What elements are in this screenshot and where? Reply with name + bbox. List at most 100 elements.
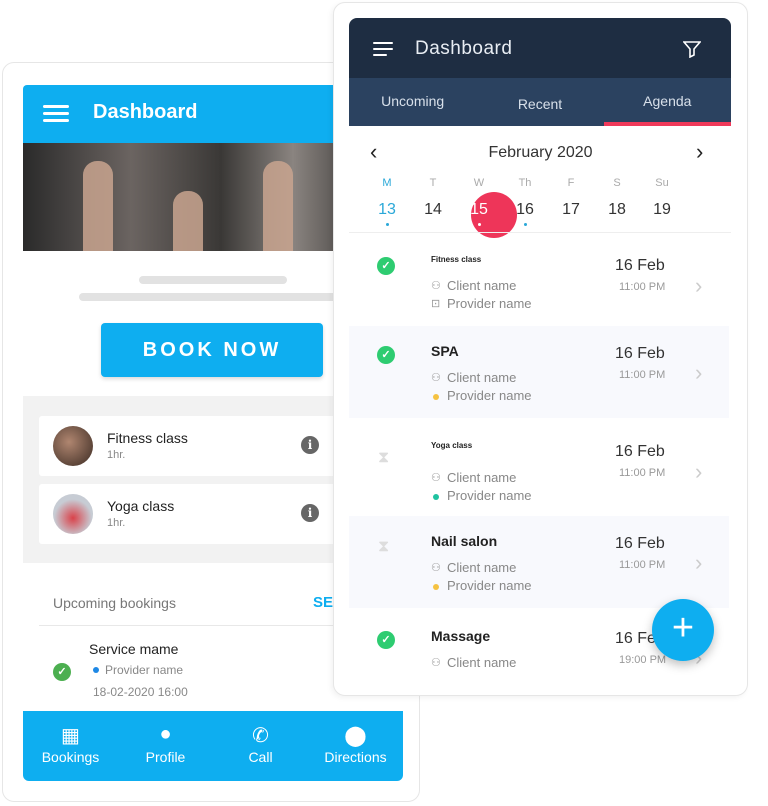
calendar-day[interactable]: 17: [556, 201, 586, 219]
filter-icon[interactable]: [683, 40, 701, 58]
hourglass-icon: ⧗: [378, 449, 390, 466]
client-name: Client name: [447, 560, 517, 575]
person-icon: ⚇: [431, 280, 441, 292]
divider: [39, 625, 339, 626]
nav-label: Call: [248, 749, 273, 765]
weekday-label: Su: [655, 177, 669, 189]
nav-label: Directions: [324, 749, 387, 765]
tab-recent[interactable]: Recent: [476, 78, 603, 126]
calendar-day[interactable]: 19: [647, 201, 677, 219]
services-section: Fitness class 1hr. i Yoga class 1hr. i: [23, 396, 383, 563]
agenda-item[interactable]: ✓ Fitness class ⚇ Client name ⊡ Provider name…: [349, 235, 729, 327]
pager-bar: [79, 293, 339, 301]
provider-icon: ⊡: [431, 298, 441, 310]
chevron-right-icon: ›: [695, 550, 703, 575]
pager-bar: [139, 276, 287, 284]
person-icon: ⚇: [431, 472, 441, 484]
service-name: Fitness class: [107, 430, 188, 446]
person-icon: ⚇: [431, 372, 441, 384]
nav-directions[interactable]: ⬤ Directions: [308, 711, 403, 781]
booking-service: Service mame: [89, 641, 179, 657]
service-duration: 1hr.: [107, 449, 126, 461]
month-label: February 2020: [488, 144, 593, 161]
agenda-time: 19:00 PM: [619, 654, 667, 666]
header-title: Dashboard: [93, 101, 198, 123]
nav-profile[interactable]: ● Profile: [118, 711, 213, 781]
booking-datetime: 18-02-2020 16:00: [93, 685, 188, 699]
calendar-icon: ▦: [61, 725, 80, 747]
add-button[interactable]: +: [652, 599, 714, 661]
avatar: [53, 494, 93, 534]
agenda-item[interactable]: ✓ SPA ⚇ Client name Provider name 16 Feb 11:00…: [349, 326, 729, 418]
book-now-button[interactable]: BOOK NOW: [101, 323, 323, 377]
booking-provider: Provider name: [105, 663, 184, 677]
see-all-link[interactable]: SE: [313, 594, 333, 611]
agenda-date: 16 Feb: [615, 535, 665, 552]
agenda-title: Fitness class: [431, 255, 482, 264]
client-name: Client name: [447, 370, 517, 385]
nav-label: Bookings: [41, 749, 100, 765]
divider: [349, 232, 731, 233]
calendar-day[interactable]: 13: [372, 201, 402, 219]
provider-status-dot: [433, 494, 439, 500]
phone-icon: ✆: [252, 725, 269, 747]
event-dot: [386, 223, 389, 226]
client-name: Client name: [447, 278, 517, 293]
info-icon[interactable]: i: [301, 504, 319, 522]
agenda-item[interactable]: ⧗ Nail salon ⚇ Client name Provider name 16 F…: [349, 516, 729, 608]
agenda-item[interactable]: ⧗ Yoga class ⚇ Client name Provider name 16 F…: [349, 421, 729, 513]
hamburger-icon[interactable]: [373, 42, 393, 60]
nav-bookings[interactable]: ▦ Bookings: [23, 711, 118, 781]
weekday-label: T: [429, 177, 437, 189]
agenda-date: 16 Feb: [615, 443, 665, 460]
nav-call[interactable]: ✆ Call: [213, 711, 308, 781]
event-dot: [524, 223, 527, 226]
right-phone-screen: Dashboard Uncoming Recent Agenda ‹ Febru…: [333, 2, 748, 696]
agenda-time: 11:00 PM: [619, 369, 666, 381]
weekday-label: W: [473, 177, 485, 189]
location-pin-icon: ⬤: [344, 725, 367, 747]
service-card[interactable]: Fitness class 1hr. i: [39, 416, 359, 476]
agenda-title: Nail salon: [431, 533, 498, 549]
hamburger-icon[interactable]: [43, 105, 69, 123]
client-name: Client name: [447, 470, 517, 485]
app-header: Dashboard Uncoming Recent Agenda: [349, 18, 731, 126]
event-dot: [478, 223, 481, 226]
agenda-time: 11:00 PM: [619, 467, 666, 479]
info-icon[interactable]: i: [301, 436, 319, 454]
agenda-title: Yoga class: [431, 441, 473, 450]
hourglass-icon: ⧗: [378, 538, 390, 555]
check-circle-icon: ✓: [53, 663, 71, 681]
agenda-date: 16 Feb: [615, 345, 665, 362]
tab-bar: Uncoming Recent Agenda: [349, 78, 731, 126]
app-header: Dashboard: [23, 85, 383, 143]
calendar-day[interactable]: 14: [418, 201, 448, 219]
weekday-label: F: [567, 177, 575, 189]
bottom-nav: ▦ Bookings ● Profile ✆ Call ⬤ Directions: [23, 711, 403, 781]
weekday-label: M: [382, 177, 392, 189]
service-card[interactable]: Yoga class 1hr. i: [39, 484, 359, 544]
tab-uncoming[interactable]: Uncoming: [349, 78, 476, 126]
person-icon: ●: [159, 723, 172, 745]
chevron-right-icon: ›: [695, 360, 703, 385]
calendar-day[interactable]: 18: [602, 201, 632, 219]
check-circle-icon: ✓: [377, 631, 395, 649]
header-title: Dashboard: [415, 38, 513, 59]
nav-label: Profile: [145, 749, 186, 765]
service-duration: 1hr.: [107, 517, 126, 529]
agenda-time: 11:00 PM: [619, 559, 666, 571]
chevron-right-icon: ›: [695, 459, 703, 484]
calendar-day[interactable]: 15: [464, 201, 494, 219]
person-icon: ⚇: [431, 562, 441, 574]
client-name: Client name: [447, 655, 517, 670]
weekday-label: Th: [518, 177, 532, 189]
agenda-title: SPA: [431, 343, 459, 359]
tab-agenda[interactable]: Agenda: [603, 78, 731, 126]
provider-name: Provider name: [447, 488, 532, 503]
provider-status-dot: [433, 584, 439, 590]
next-month-button[interactable]: ›: [696, 139, 703, 165]
calendar-day[interactable]: 16: [510, 201, 540, 219]
provider-dot: [93, 667, 99, 673]
chevron-right-icon: ›: [695, 273, 703, 298]
weekday-label: S: [613, 177, 621, 189]
